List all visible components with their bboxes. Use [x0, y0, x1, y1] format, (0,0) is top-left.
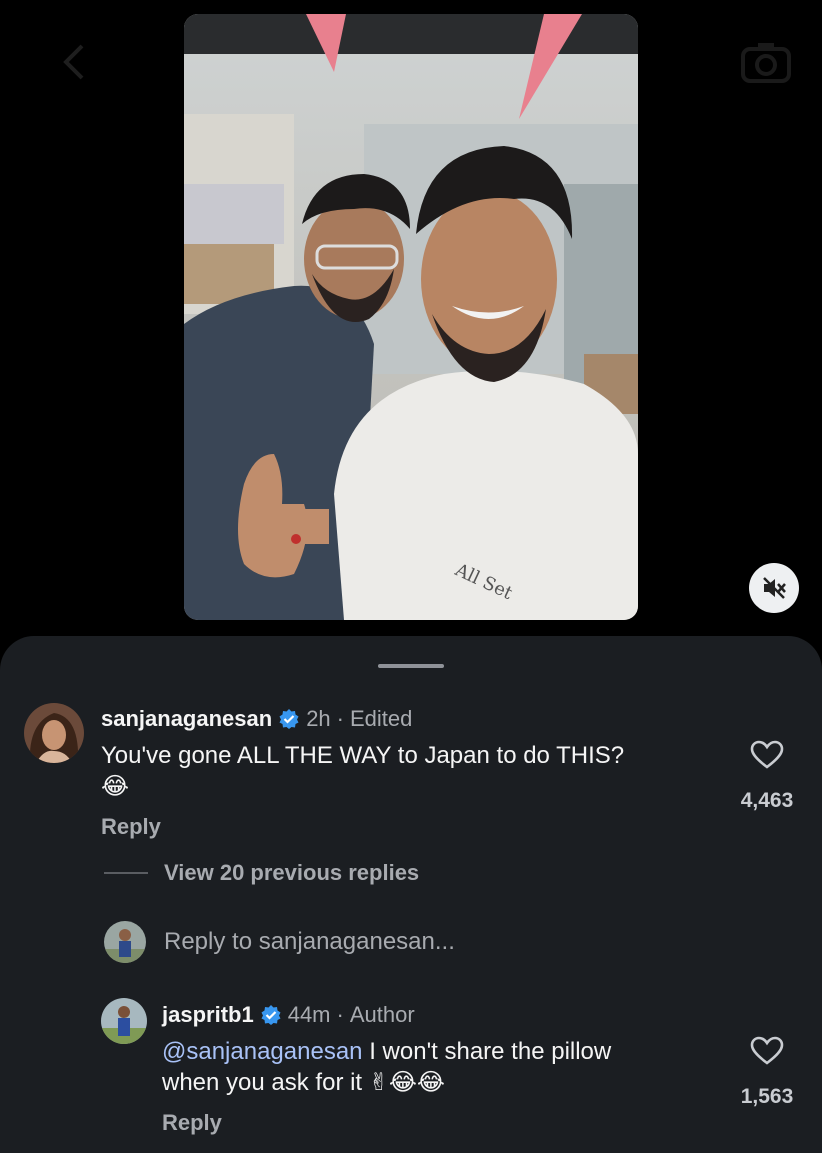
avatar[interactable] [101, 998, 147, 1044]
comment-time: 44m [287, 1002, 331, 1027]
reply-input[interactable]: Reply to sanjanaganesan... [164, 928, 455, 956]
view-previous-replies-button[interactable]: View 20 previous replies [164, 860, 419, 886]
divider [104, 872, 148, 874]
chevron-left-icon[interactable] [56, 42, 92, 82]
comment-status: Edited [350, 706, 413, 731]
mute-button[interactable] [749, 563, 799, 613]
comment-header: sanjanaganesan 2h · Edited [101, 706, 412, 732]
comment-username[interactable]: sanjanaganesan [101, 706, 272, 732]
video-frame-image: All Set [184, 14, 638, 620]
comment-time: 2h [306, 706, 331, 731]
heart-icon[interactable] [750, 1036, 784, 1066]
comment-text: You've gone ALL THE WAY to Japan to do T… [101, 740, 624, 802]
video-player[interactable]: All Set [184, 14, 638, 620]
like-column: 4,463 [734, 740, 800, 813]
like-count: 4,463 [740, 789, 794, 812]
comment-text-segment: I won't share the pillow [362, 1038, 612, 1065]
comment-text-line: when you ask for it ✌😂😂 [162, 1067, 611, 1098]
verified-badge-icon [261, 1005, 281, 1025]
comment-text-line: @sanjanaganesan I won't share the pillow [162, 1036, 611, 1067]
heart-icon[interactable] [750, 740, 784, 770]
comment-status: Author [349, 1002, 415, 1027]
media-viewer: All Set [0, 0, 822, 640]
sheet-drag-handle[interactable] [378, 664, 444, 668]
laughing-emoji: 😂 [101, 772, 130, 800]
mention-link[interactable]: @sanjanaganesan [162, 1038, 363, 1065]
meta-separator: · [336, 706, 344, 731]
avatar[interactable] [24, 703, 84, 763]
reply-button[interactable]: Reply [162, 1110, 222, 1136]
comment-text-segment: when you ask for it [162, 1069, 369, 1096]
comment-text: @sanjanaganesan I won't share the pillow… [162, 1036, 611, 1098]
like-count: 1,563 [740, 1085, 794, 1108]
camera-icon[interactable] [740, 40, 792, 84]
comment-username[interactable]: jaspritb1 [162, 1002, 254, 1028]
comments-sheet: sanjanaganesan 2h · Edited You've gone A… [0, 636, 822, 1153]
verified-badge-icon [279, 709, 299, 729]
like-column: 1,563 [734, 1036, 800, 1109]
comment-text-line: You've gone ALL THE WAY to Japan to do T… [101, 742, 625, 769]
current-user-avatar [104, 921, 146, 963]
meta-separator: · [336, 1002, 344, 1027]
victory-laughing-emoji: ✌😂😂 [368, 1068, 445, 1096]
comment-header: jaspritb1 44m · Author [162, 1002, 415, 1028]
speaker-muted-icon [763, 577, 786, 599]
reply-button[interactable]: Reply [101, 814, 161, 840]
